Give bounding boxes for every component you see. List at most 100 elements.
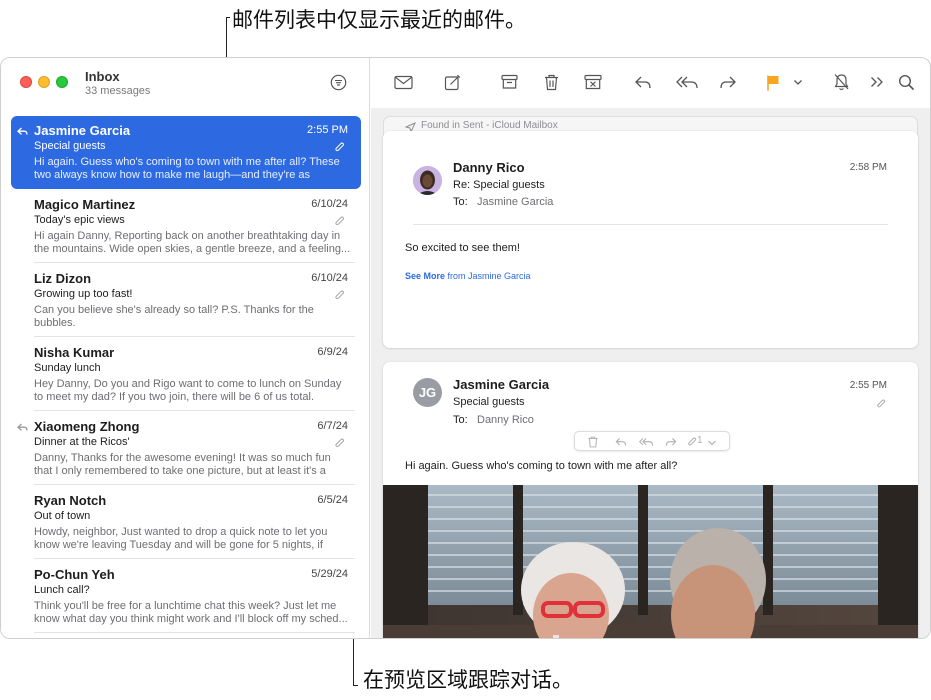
message-date: 6/10/24 <box>311 272 348 284</box>
compose-icon[interactable] <box>442 72 462 92</box>
row-divider <box>34 336 355 337</box>
row-divider <box>34 262 355 263</box>
message-sender: Jasmine Garcia <box>34 123 131 138</box>
message-row[interactable]: Xiaomeng Zhong 6/7/24 Dinner at the Rico… <box>11 412 361 485</box>
message-sender: Liz Dizon <box>34 271 92 286</box>
close-window-button[interactable] <box>20 76 32 88</box>
filter-icon[interactable] <box>330 74 347 91</box>
card-sender: Danny Rico <box>453 160 525 175</box>
reply-icon[interactable] <box>633 72 653 92</box>
forward-icon[interactable] <box>665 435 677 447</box>
mailbox-title: Inbox <box>85 69 120 84</box>
mail-window: Inbox 33 messages Jasmine Garcia 2:55 PM… <box>0 57 931 639</box>
callout-message-list: 邮件列表中仅显示最近的邮件。 <box>232 8 526 32</box>
card-time: 2:55 PM <box>849 380 887 391</box>
message-row[interactable]: Po-Chun Yeh 5/29/24 Lunch call? Think yo… <box>11 560 361 633</box>
thread-message-card[interactable]: JG Jasmine Garcia 2:55 PM Special guests… <box>383 362 918 638</box>
minimize-window-button[interactable] <box>38 76 50 88</box>
message-date: 6/10/24 <box>311 198 348 210</box>
attachment-icon <box>334 215 346 227</box>
message-sender: Po-Chun Yeh <box>34 567 115 582</box>
message-sender: Nisha Kumar <box>34 345 115 360</box>
preview-pane: Found in Sent - iCloud Mailbox Danny Ric… <box>371 108 930 638</box>
message-preview: Think you'll be free for a lunchtime cha… <box>34 600 348 625</box>
message-preview: Can you believe she's already so tall? P… <box>34 304 314 329</box>
junk-icon[interactable] <box>583 72 603 92</box>
card-sender: Jasmine Garcia <box>453 377 550 392</box>
row-divider <box>34 410 355 411</box>
message-sender: Magico Martinez <box>34 197 136 212</box>
search-icon[interactable] <box>896 72 916 92</box>
message-date: 6/7/24 <box>317 420 348 432</box>
thread-message-card[interactable]: Danny Rico 2:58 PM Re: Special guests To… <box>383 131 918 348</box>
to-label: To: <box>453 196 468 208</box>
card-subject: Re: Special guests <box>453 179 545 191</box>
flag-icon[interactable] <box>763 72 783 92</box>
message-subject: Sunday lunch <box>34 362 101 374</box>
replied-icon <box>17 124 28 135</box>
message-date: 6/5/24 <box>317 494 348 506</box>
reply-all-icon[interactable] <box>638 435 654 447</box>
message-preview: Hi again. Guess who's coming to town wit… <box>34 156 340 181</box>
to-label: To: <box>453 414 468 426</box>
forward-icon[interactable] <box>718 72 738 92</box>
card-recipient: Danny Rico <box>477 414 534 426</box>
attachment-icon <box>334 437 346 449</box>
card-divider <box>413 224 888 225</box>
message-list-pane: Inbox 33 messages Jasmine Garcia 2:55 PM… <box>1 58 370 638</box>
callout-line-bottom-tick <box>353 685 358 686</box>
message-hover-toolbar: 1 <box>574 431 730 451</box>
row-divider <box>34 632 355 633</box>
archive-icon[interactable] <box>499 72 519 92</box>
found-in-label: Found in Sent - iCloud Mailbox <box>421 120 558 131</box>
attached-photo[interactable] <box>383 485 918 638</box>
card-body: Hi again. Guess who's coming to town wit… <box>405 460 678 472</box>
message-row[interactable]: Nisha Kumar 6/9/24 Sunday lunch Hey Dann… <box>11 338 361 411</box>
attachment-icon <box>334 289 346 301</box>
trash-icon[interactable] <box>541 72 561 92</box>
callout-preview-area: 在预览区域跟踪对话。 <box>363 668 573 692</box>
row-divider <box>34 558 355 559</box>
message-subject: Special guests <box>34 140 106 152</box>
message-preview: Danny, Thanks for the awesome evening! I… <box>34 452 331 477</box>
card-recipient: Jasmine Garcia <box>477 196 554 208</box>
message-sender: Xiaomeng Zhong <box>34 419 140 434</box>
chevron-down-icon[interactable] <box>707 435 719 447</box>
zoom-window-button[interactable] <box>56 76 68 88</box>
chevron-down-icon[interactable] <box>792 72 804 92</box>
replied-icon <box>17 420 28 431</box>
card-subject: Special guests <box>453 396 525 408</box>
trash-icon[interactable] <box>587 435 599 448</box>
message-subject: Out of town <box>34 510 91 522</box>
message-count: 33 messages <box>85 85 151 97</box>
reply-all-icon[interactable] <box>675 72 699 92</box>
row-divider <box>34 484 355 485</box>
message-subject: Dinner at the Ricos' <box>34 436 130 448</box>
attachment-count: 1 <box>697 435 703 446</box>
message-preview: Hey Danny, Do you and Rigo want to come … <box>34 378 342 403</box>
card-time: 2:58 PM <box>849 162 887 173</box>
see-more-label: See More <box>405 271 446 281</box>
more-icon[interactable] <box>867 72 887 92</box>
message-row[interactable]: Jasmine Garcia 2:55 PM Special guests Hi… <box>11 116 361 189</box>
message-row[interactable]: Liz Dizon 6/10/24 Growing up too fast! C… <box>11 264 361 337</box>
callout-line-top-tick <box>226 17 230 18</box>
see-more-from: from Jasmine Garcia <box>445 271 531 281</box>
message-date: 2:55 PM <box>307 124 348 136</box>
envelope-icon[interactable] <box>393 72 413 92</box>
message-date: 6/9/24 <box>317 346 348 358</box>
message-date: 5/29/24 <box>311 568 348 580</box>
message-sender: Ryan Notch <box>34 493 107 508</box>
location-arrow-icon <box>404 120 416 134</box>
attachment-icon <box>876 397 887 415</box>
see-more-link[interactable]: See More from Jasmine Garcia <box>405 271 531 281</box>
message-subject: Today's epic views <box>34 214 125 226</box>
message-preview: Howdy, neighbor, Just wanted to drop a q… <box>34 526 328 551</box>
message-row[interactable]: Ryan Notch 6/5/24 Out of town Howdy, nei… <box>11 486 361 559</box>
message-row[interactable]: Magico Martinez 6/10/24 Today's epic vie… <box>11 190 361 263</box>
mute-bell-icon[interactable] <box>831 72 851 92</box>
reply-icon[interactable] <box>615 435 627 447</box>
message-preview: Hi again Danny, Reporting back on anothe… <box>34 230 351 255</box>
message-subject: Lunch call? <box>34 584 90 596</box>
message-toolbar <box>371 58 930 108</box>
